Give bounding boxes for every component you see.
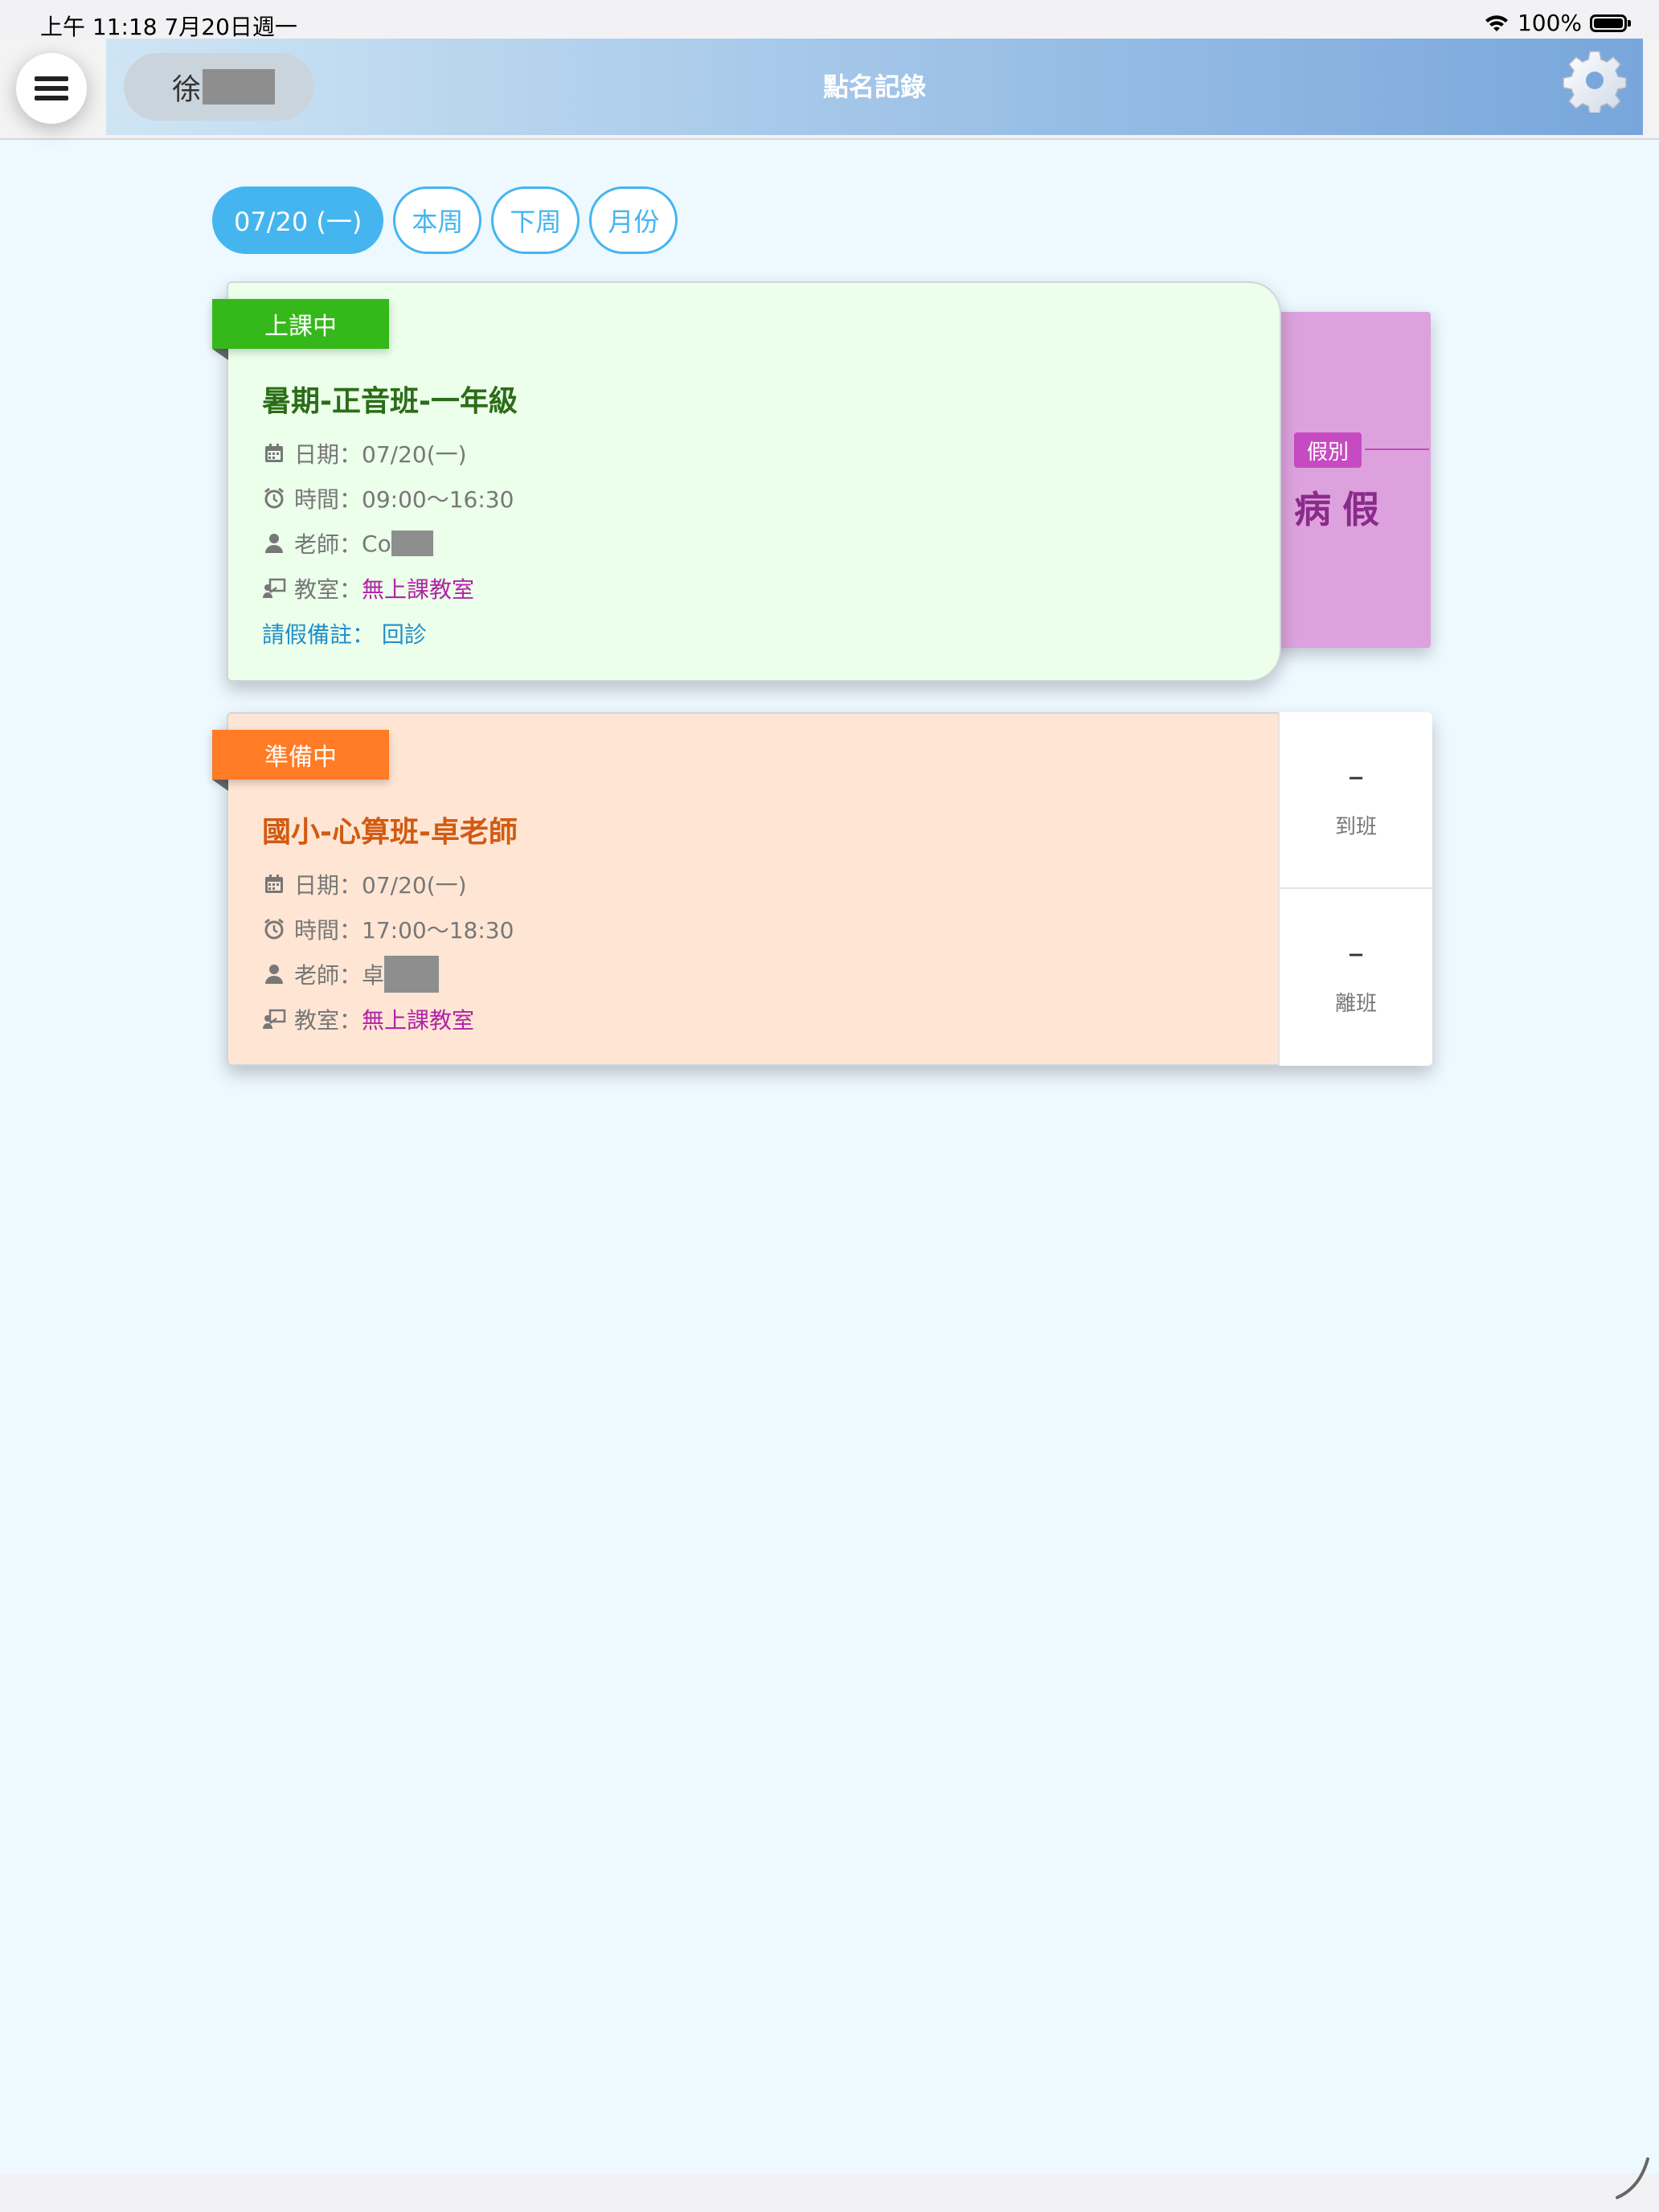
teacher-value: Co: [362, 530, 391, 557]
menu-button[interactable]: [16, 53, 87, 124]
leave-note-label: 請假備註：: [262, 621, 375, 648]
wifi-icon: [1485, 14, 1508, 31]
leave-tag: 假別: [1294, 432, 1362, 468]
alarm-clock-icon: [262, 917, 286, 941]
page-title: 點名記錄: [822, 72, 926, 102]
class-card[interactable]: 準備中 國小-心算班-卓老師 日期： 07/20(一) 時間： 17:00～18:3…: [212, 712, 1432, 1066]
date-label: 日期：: [294, 872, 363, 899]
time-row: 時間： 09:00～16:30: [262, 476, 514, 521]
redacted-block: [384, 956, 440, 993]
room-row: 教室： 無上課教室: [262, 566, 514, 611]
check-out-cell[interactable]: – 離班: [1280, 887, 1432, 1064]
leave-type: 病假: [1294, 488, 1391, 531]
user-icon: [262, 962, 286, 986]
check-in-cell[interactable]: – 到班: [1280, 712, 1432, 887]
teacher-label: 老師：: [294, 531, 363, 558]
classroom-icon: [262, 1007, 286, 1031]
battery-percent: 100%: [1517, 10, 1582, 36]
date-row: 日期： 07/20(一): [262, 431, 514, 476]
classroom-icon: [262, 576, 286, 600]
time-value: 17:00～18:30: [362, 917, 514, 944]
filter-next-week[interactable]: 下周: [491, 186, 580, 254]
bottom-bar: [0, 2157, 1659, 2212]
time-label: 時間：: [294, 486, 363, 513]
room-label: 教室：: [294, 576, 363, 603]
status-badge: 上課中: [212, 299, 389, 360]
filter-this-week[interactable]: 本周: [393, 186, 482, 254]
filter-today[interactable]: 07/20 (一): [212, 186, 384, 254]
leave-line: [1365, 449, 1429, 450]
status-time: 上午 11:18 7月20日週一: [40, 14, 297, 40]
check-in-label: 到班: [1334, 814, 1377, 839]
user-name: 徐: [172, 73, 202, 106]
filter-month[interactable]: 月份: [589, 186, 678, 254]
date-label: 日期：: [294, 441, 363, 468]
course-title: 暑期-正音班-一年級: [262, 385, 518, 418]
date-value: 07/20(一): [362, 872, 467, 899]
time-row: 時間： 17:00～18:30: [262, 907, 514, 952]
gear-icon[interactable]: [1563, 48, 1627, 113]
room-row: 教室： 無上課教室: [262, 997, 514, 1042]
room-value: 無上課教室: [362, 576, 475, 603]
redacted-block: [391, 530, 433, 556]
leave-note-row: 請假備註： 回診: [262, 611, 514, 656]
user-switch-button[interactable]: 徐: [124, 53, 313, 121]
date-row: 日期： 07/20(一): [262, 862, 514, 907]
attendance-panel: – 到班 – 離班: [1278, 712, 1432, 1066]
hamburger-icon: [35, 76, 68, 100]
room-value: 無上課教室: [362, 1007, 475, 1034]
alarm-clock-icon: [262, 486, 286, 510]
header: 點名記錄 徐: [106, 39, 1643, 135]
calendar-icon: [262, 441, 286, 465]
status-bar: 上午 11:18 7月20日週一 100%: [0, 0, 1659, 40]
room-label: 教室：: [294, 1007, 363, 1034]
time-value: 09:00～16:30: [362, 486, 514, 513]
leave-note-value: 回診: [381, 621, 427, 648]
check-in-value: –: [1348, 757, 1364, 795]
pencil-indicator-icon: [1616, 2157, 1649, 2199]
calendar-icon: [262, 872, 286, 896]
top-bar: 點名記錄 徐: [0, 39, 1659, 140]
time-label: 時間：: [294, 917, 363, 944]
check-out-value: –: [1348, 934, 1364, 972]
status-badge: 準備中: [212, 730, 389, 791]
class-card[interactable]: 上課中 暑期-正音班-一年級 日期： 07/20(一) 時間： 09:00～16:3…: [212, 281, 1281, 682]
check-out-label: 離班: [1334, 991, 1377, 1016]
date-filter-bar: 07/20 (一) 本周 下周 月份: [212, 186, 678, 254]
user-icon: [262, 531, 286, 555]
date-value: 07/20(一): [362, 441, 467, 468]
course-title: 國小-心算班-卓老師: [262, 816, 518, 849]
leave-panel[interactable]: 假別 病假: [1260, 312, 1431, 648]
battery-icon: [1590, 14, 1631, 32]
teacher-value: 卓: [362, 962, 385, 989]
redacted-block: [203, 69, 276, 104]
status-right: 100%: [1484, 10, 1631, 36]
teacher-label: 老師：: [294, 962, 363, 989]
teacher-row: 老師： Co: [262, 521, 514, 566]
teacher-row: 老師：卓: [262, 952, 514, 997]
